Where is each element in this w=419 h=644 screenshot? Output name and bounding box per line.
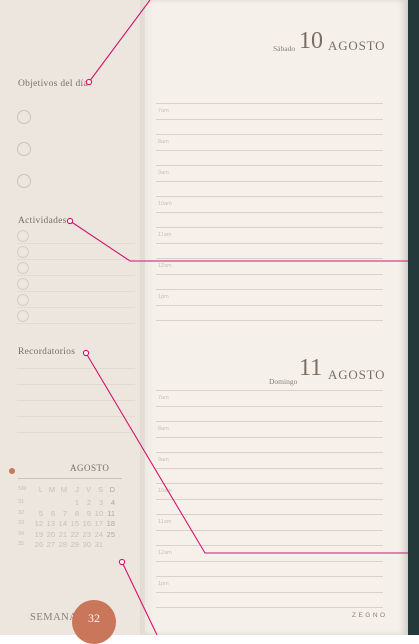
leader-dot-actividades: [66, 217, 74, 225]
leader-dot-recordatorios: [82, 349, 90, 357]
leader-line-objetivos: [88, 0, 151, 83]
leader-dot-objetivos: [85, 78, 93, 86]
leader-dot-calendar: [118, 558, 126, 566]
annotation-leader-lines: [66, 0, 408, 635]
leader-line-recordatorios: [85, 352, 408, 554]
leader-line-calendar: [121, 561, 158, 635]
leader-line-actividades: [69, 220, 408, 262]
